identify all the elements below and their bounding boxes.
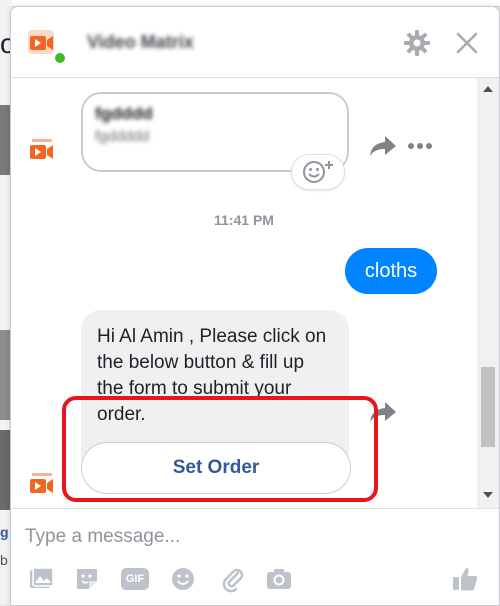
settings-icon[interactable] <box>403 29 431 57</box>
scroll-thumb[interactable] <box>481 367 495 447</box>
add-reaction-button[interactable] <box>291 154 345 190</box>
share-icon[interactable] <box>369 134 397 158</box>
emoji-icon[interactable] <box>169 565 197 593</box>
photo-icon[interactable] <box>27 565 55 593</box>
sender-avatar-icon <box>30 139 53 159</box>
sticker-icon[interactable] <box>73 565 101 593</box>
message-composer: GIF <box>11 508 499 605</box>
message-input[interactable] <box>23 519 457 555</box>
blurred-message-line: fgdddd <box>95 104 153 123</box>
chat-title[interactable]: Video Matrix <box>87 32 194 53</box>
more-icon[interactable] <box>407 142 433 150</box>
message-timestamp: 11:41 PM <box>214 212 274 228</box>
scroll-down-arrow-icon[interactable] <box>483 492 493 498</box>
message-scrollbar[interactable] <box>477 78 499 508</box>
sender-avatar-icon <box>30 473 53 493</box>
sent-message-bubble[interactable]: cloths <box>345 248 437 294</box>
chat-header[interactable]: Video Matrix <box>11 7 499 78</box>
camera-icon[interactable] <box>265 565 293 593</box>
attachment-icon[interactable] <box>219 565 247 593</box>
online-status-dot <box>53 51 67 65</box>
emoji-reaction-icon <box>303 161 333 183</box>
close-icon[interactable] <box>453 29 481 57</box>
chat-window: Video Matrix fgdddd fgddddd 11:41 PM clo… <box>10 6 500 606</box>
scroll-up-arrow-icon[interactable] <box>483 86 493 92</box>
blurred-message-line: fgddddd <box>95 128 150 145</box>
thumbs-up-icon[interactable] <box>451 565 479 593</box>
gif-icon[interactable]: GIF <box>121 568 149 590</box>
red-highlight-annotation <box>62 396 378 502</box>
